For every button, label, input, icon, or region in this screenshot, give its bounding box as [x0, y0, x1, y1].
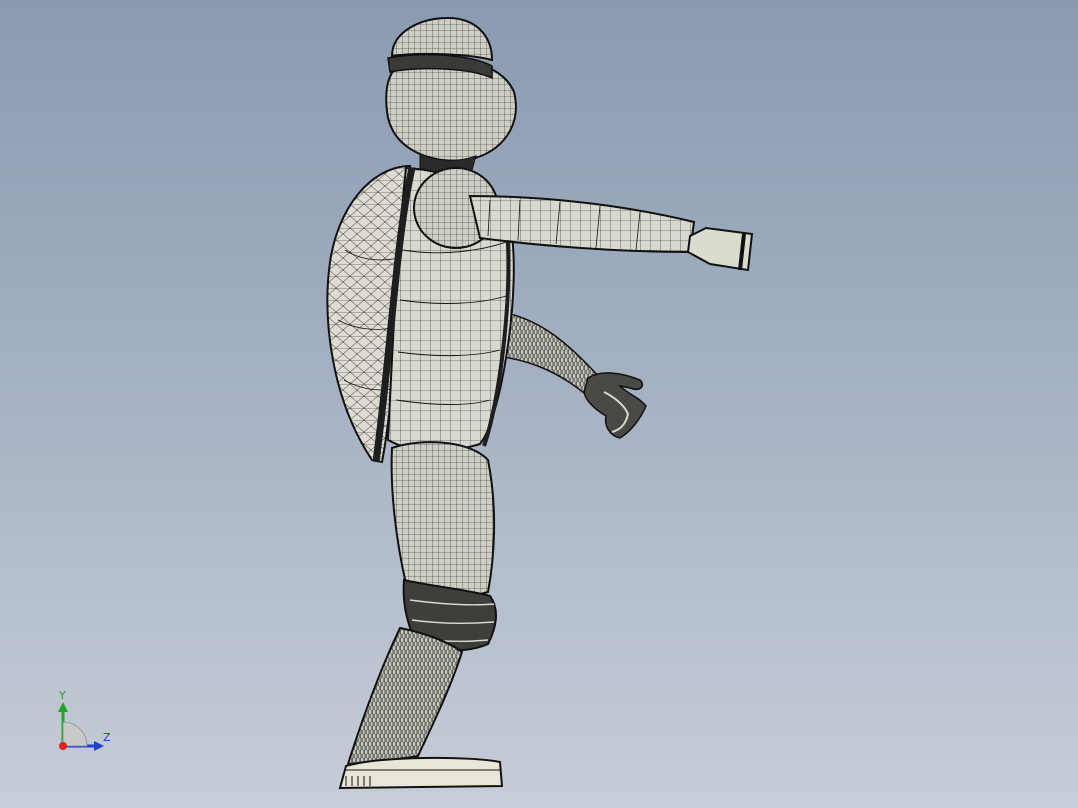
turtle-head[interactable]: [385, 57, 517, 162]
triad-y-label: Y: [59, 689, 66, 702]
turtle-shin[interactable]: [346, 626, 464, 766]
orientation-triad: [58, 702, 104, 751]
turtle-thigh[interactable]: [390, 441, 496, 598]
rear-hand[interactable]: [583, 372, 647, 439]
model-view[interactable]: [0, 0, 1078, 808]
turtle-figure-model[interactable]: [326, 16, 754, 790]
triad-z-label: Z: [103, 731, 111, 744]
rear-arm[interactable]: [495, 311, 601, 400]
turtle-cap[interactable]: [390, 16, 494, 62]
cad-graphics-viewport[interactable]: Y Z: [0, 0, 1078, 808]
